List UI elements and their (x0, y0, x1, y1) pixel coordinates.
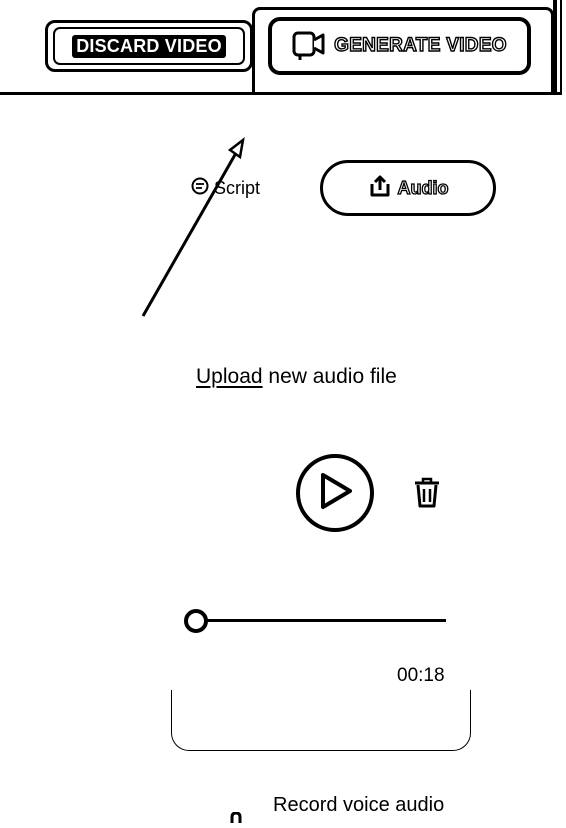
tab-script-label: Script (214, 178, 261, 198)
elapsed-time: 00:18 (397, 665, 445, 686)
play-button[interactable] (296, 454, 374, 532)
discard-video-button[interactable]: DISCARD VIDEO (45, 20, 253, 72)
upload-prompt: Upload new audio file (196, 365, 397, 389)
upload-link[interactable]: Upload (196, 365, 263, 388)
audio-card-border (171, 690, 471, 751)
discard-video-label: DISCARD VIDEO (72, 34, 226, 58)
progress-track[interactable] (198, 619, 446, 622)
tab-audio-label: Audio (397, 177, 449, 198)
upload-icon (368, 174, 392, 203)
chat-bubble-icon (190, 176, 210, 201)
play-icon (315, 470, 355, 517)
microphone-icon[interactable] (228, 810, 244, 828)
progress-thumb[interactable] (184, 609, 208, 633)
generate-video-label: GENERATE VIDEO (333, 34, 507, 56)
upload-rest-text: new audio file (262, 365, 397, 388)
tab-audio[interactable]: Audio (320, 160, 496, 216)
discard-video-button-inner: DISCARD VIDEO (53, 27, 245, 65)
tab-script[interactable]: Script (190, 176, 260, 201)
toolbar-edge-outer (560, 0, 562, 95)
trash-icon[interactable] (413, 477, 441, 514)
record-voice-audio-label[interactable]: Record voice audio (273, 794, 444, 817)
video-generate-icon (292, 31, 326, 61)
generate-video-button[interactable]: GENERATE VIDEO (268, 17, 531, 75)
